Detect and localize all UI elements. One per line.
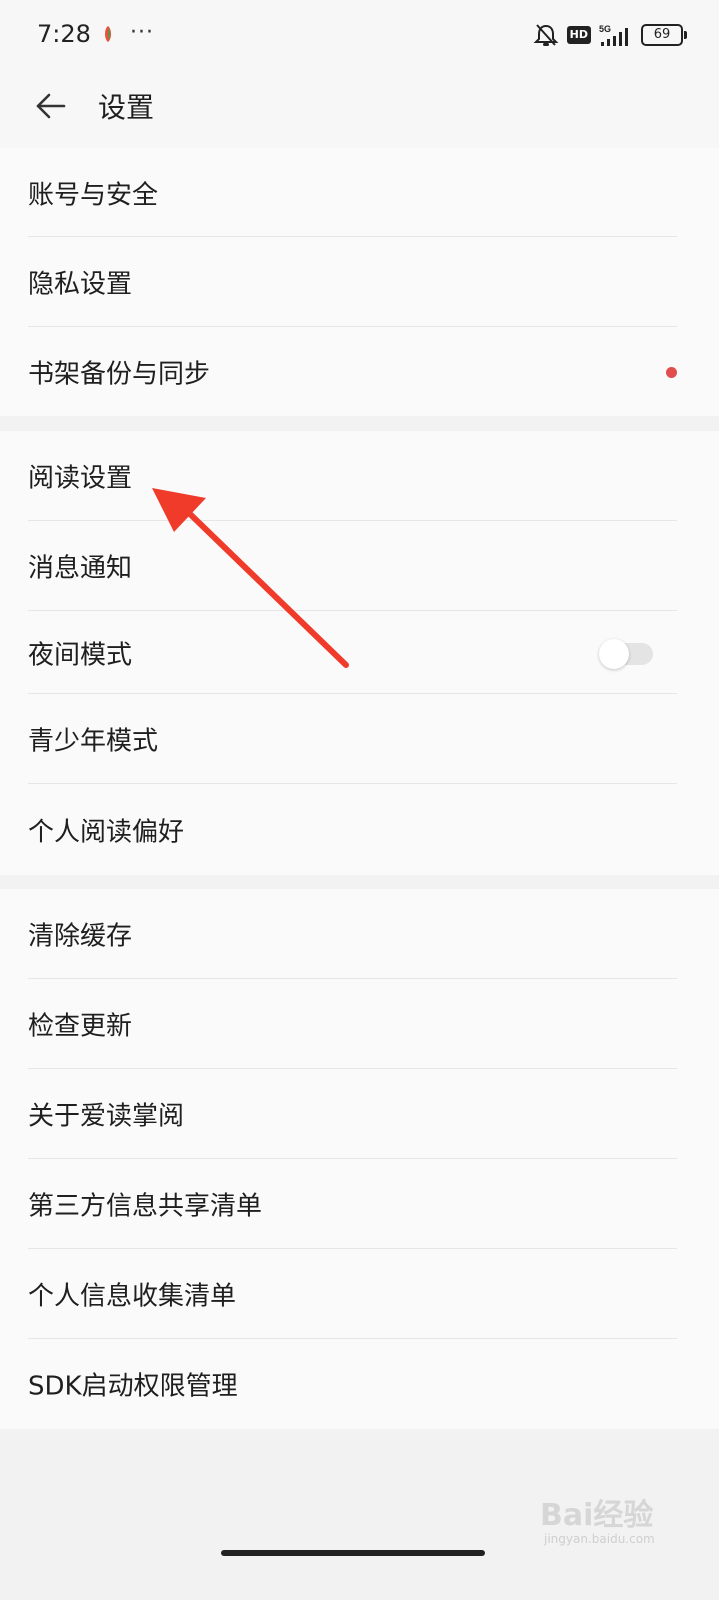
settings-item-label: 个人信息收集清单: [28, 1281, 237, 1312]
status-bar: 7:28 ··· HD 5G 69: [0, 0, 719, 70]
watermark-logo: Bai经验: [540, 1498, 654, 1533]
watermark-url: jingyan.baidu.com: [544, 1532, 655, 1546]
settings-item-night-mode[interactable]: 夜间模式: [0, 611, 719, 694]
settings-group-app: 清除缓存 检查更新 关于爱读掌阅 第三方信息共享清单 个人信息收集清单 SDK启…: [0, 889, 719, 1429]
settings-item-label: 检查更新: [28, 1011, 133, 1042]
new-badge-dot: [666, 367, 677, 378]
settings-item-label: 清除缓存: [28, 921, 133, 952]
settings-item-label: 关于爱读掌阅: [28, 1101, 185, 1132]
settings-item-sdk-permissions[interactable]: SDK启动权限管理: [0, 1339, 719, 1429]
signal-icon: 5G: [599, 24, 628, 46]
settings-item-label: 个人阅读偏好: [28, 817, 185, 847]
more-notifications-icon: ···: [130, 20, 154, 45]
back-button[interactable]: [28, 84, 72, 128]
mute-icon: [533, 24, 559, 46]
settings-item-about[interactable]: 关于爱读掌阅: [0, 1069, 719, 1159]
settings-item-clear-cache[interactable]: 清除缓存: [0, 889, 719, 979]
settings-item-label: 隐私设置: [28, 269, 133, 300]
settings-item-label: 账号与安全: [28, 180, 159, 210]
settings-item-label: SDK启动权限管理: [28, 1371, 238, 1402]
network-type-label: 5G: [599, 24, 611, 34]
status-icons: HD 5G 69: [533, 22, 687, 48]
status-time: 7:28: [37, 20, 91, 48]
settings-item-bookshelf-backup[interactable]: 书架备份与同步: [0, 327, 719, 416]
settings-item-teen-mode[interactable]: 青少年模式: [0, 694, 719, 784]
app-notification-icon: [105, 26, 111, 42]
battery-icon: 69: [641, 24, 687, 46]
top-app-bar: 设置: [0, 70, 719, 148]
settings-item-label: 消息通知: [28, 553, 133, 584]
settings-group-account: 账号与安全 隐私设置 书架备份与同步: [0, 148, 719, 416]
settings-group-reading: 阅读设置 消息通知 夜间模式 青少年模式 个人阅读偏好: [0, 431, 719, 875]
settings-item-label: 青少年模式: [28, 726, 159, 757]
settings-item-reading-settings[interactable]: 阅读设置: [0, 431, 719, 521]
settings-item-check-update[interactable]: 检查更新: [0, 979, 719, 1069]
night-mode-toggle[interactable]: [599, 639, 655, 669]
settings-item-label: 阅读设置: [28, 463, 133, 494]
settings-item-personal-info-list[interactable]: 个人信息收集清单: [0, 1249, 719, 1339]
settings-item-notifications[interactable]: 消息通知: [0, 521, 719, 611]
settings-item-label: 夜间模式: [28, 640, 133, 670]
home-indicator[interactable]: [221, 1550, 485, 1556]
settings-item-third-party-sharing[interactable]: 第三方信息共享清单: [0, 1159, 719, 1249]
settings-item-label: 第三方信息共享清单: [28, 1191, 263, 1222]
toggle-knob: [599, 639, 629, 669]
settings-item-account-security[interactable]: 账号与安全: [0, 148, 719, 237]
page-title: 设置: [98, 91, 155, 124]
settings-item-label: 书架备份与同步: [28, 359, 211, 389]
hd-icon: HD: [566, 26, 591, 44]
settings-item-privacy[interactable]: 隐私设置: [0, 237, 719, 327]
settings-item-reading-preference[interactable]: 个人阅读偏好: [0, 784, 719, 875]
arrow-left-icon: [36, 93, 66, 119]
